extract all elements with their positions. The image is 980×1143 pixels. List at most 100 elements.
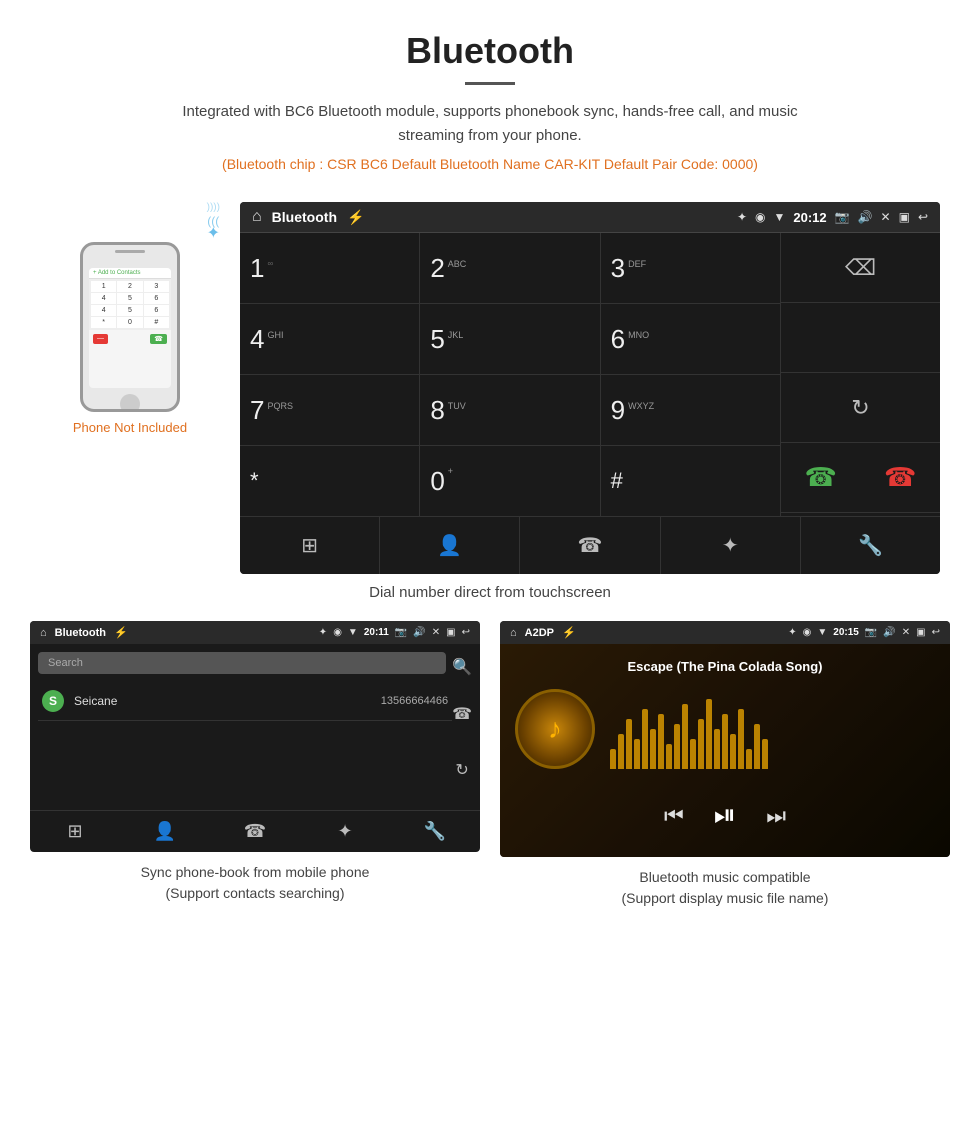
pb-title: Bluetooth bbox=[55, 627, 106, 639]
pb-contacts-btn[interactable]: 👤 bbox=[120, 821, 210, 842]
red-call-key[interactable]: ☎ bbox=[884, 462, 916, 493]
dial-key-8[interactable]: 8TUV bbox=[420, 375, 600, 445]
phone-screen: + Add to Contacts 1 2 3 4 5 6 4 5 6 * 0 bbox=[89, 268, 171, 388]
phone-key-6: 6 bbox=[144, 293, 169, 304]
phone-keypad: 1 2 3 4 5 6 4 5 6 * 0 # bbox=[89, 279, 171, 330]
pb-search-icon[interactable]: 🔍 bbox=[452, 652, 472, 682]
eq-bar-11 bbox=[690, 739, 696, 769]
eq-bar-2 bbox=[618, 734, 624, 769]
phone-key-8: 5 bbox=[117, 305, 142, 316]
eq-bar-10 bbox=[682, 704, 688, 769]
eq-bar-1 bbox=[610, 749, 616, 769]
eq-bar-8 bbox=[666, 744, 672, 769]
pb-bottom-bar: ⊞ 👤 ☎ ✦ 🔧 bbox=[30, 810, 480, 852]
volume-icon: 🔊 bbox=[858, 210, 873, 224]
car-home-icon[interactable]: ⌂ bbox=[252, 208, 262, 226]
music-header-right: ✦ ◉ ▼ 20:15 📷 🔊 ✕ ▣ ↩ bbox=[788, 627, 940, 638]
refresh-key[interactable]: ↻ bbox=[781, 373, 940, 443]
pb-call-icon[interactable]: ☎ bbox=[452, 696, 472, 732]
dial-key-9[interactable]: 9WXYZ bbox=[601, 375, 780, 445]
pb-home-icon[interactable]: ⌂ bbox=[40, 627, 47, 639]
phone-key-hash: # bbox=[144, 317, 169, 328]
music-title: A2DP bbox=[525, 627, 554, 639]
dial-key-7[interactable]: 7PQRS bbox=[240, 375, 420, 445]
dial-key-2[interactable]: 2ABC bbox=[420, 233, 600, 303]
backspace-key[interactable]: ⌫ bbox=[781, 233, 940, 303]
call-red-icon: ☎ bbox=[884, 462, 916, 492]
phone-key-1: 1 bbox=[91, 281, 116, 292]
backspace-icon: ⌫ bbox=[845, 255, 876, 281]
dial-section: )))) ((( ✦ + Add to Contacts 1 2 3 4 5 bbox=[0, 202, 980, 574]
pb-search-row: Search 🔍 bbox=[38, 652, 472, 682]
phone-screen-header: + Add to Contacts bbox=[89, 268, 171, 279]
pb-camera-icon: 📷 bbox=[395, 627, 407, 638]
car-header-right: ✦ ◉ ▼ 20:12 📷 🔊 ✕ ▣ ↩ bbox=[737, 210, 928, 225]
dial-grid-btn[interactable]: ⊞ bbox=[240, 517, 380, 574]
pb-back-icon[interactable]: ↩ bbox=[462, 627, 470, 638]
music-home-icon[interactable]: ⌂ bbox=[510, 627, 517, 639]
music-screen-icon[interactable]: ▣ bbox=[916, 627, 925, 638]
eq-bar-9 bbox=[674, 724, 680, 769]
back-icon[interactable]: ↩ bbox=[918, 210, 928, 224]
dialpad-row-3: 7PQRS 8TUV 9WXYZ bbox=[240, 375, 780, 446]
eq-bar-18 bbox=[746, 749, 752, 769]
eq-bar-4 bbox=[634, 739, 640, 769]
eq-bar-17 bbox=[738, 709, 744, 769]
pb-close-icon[interactable]: ✕ bbox=[432, 627, 440, 638]
music-body: Escape (The Pina Colada Song) ♪ bbox=[500, 644, 950, 857]
phone-speaker bbox=[115, 250, 145, 253]
dial-contacts-btn[interactable]: 👤 bbox=[380, 517, 520, 574]
screen-icon[interactable]: ▣ bbox=[899, 210, 910, 224]
dial-key-6[interactable]: 6MNO bbox=[601, 304, 780, 374]
music-play-pause-btn[interactable]: ⏯ bbox=[714, 799, 736, 832]
add-contacts-label: + Add to Contacts bbox=[93, 270, 141, 276]
bt-status-icon: ✦ bbox=[737, 210, 747, 224]
dialpad-row-2: 4GHI 5JKL 6MNO bbox=[240, 304, 780, 375]
pb-search-field[interactable]: Search bbox=[38, 652, 446, 674]
car-time: 20:12 bbox=[793, 210, 826, 225]
eq-bar-16 bbox=[730, 734, 736, 769]
title-divider bbox=[465, 82, 515, 85]
pb-bt-btn[interactable]: ✦ bbox=[300, 821, 390, 842]
pb-signal-icon: ▼ bbox=[348, 627, 358, 638]
pb-settings-btn[interactable]: 🔧 bbox=[390, 821, 480, 842]
dial-key-star[interactable]: * bbox=[240, 446, 420, 516]
dial-key-3[interactable]: 3DEF bbox=[601, 233, 780, 303]
dial-settings-btn[interactable]: 🔧 bbox=[801, 517, 940, 574]
pb-content: Search 🔍 S Seicane 13566664466 bbox=[30, 644, 480, 810]
camera-icon: 📷 bbox=[835, 210, 850, 224]
dialpad-container: 1∞ 2ABC 3DEF 4GHI 5JKL bbox=[240, 233, 940, 516]
pb-usb-icon: ⚡ bbox=[114, 626, 128, 639]
music-header-left: ⌂ A2DP ⚡ bbox=[510, 626, 576, 639]
music-song-title: Escape (The Pina Colada Song) bbox=[627, 659, 822, 674]
phone-body: + Add to Contacts 1 2 3 4 5 6 4 5 6 * 0 bbox=[80, 242, 180, 412]
pb-contact-row[interactable]: S Seicane 13566664466 bbox=[38, 682, 452, 721]
dial-key-5[interactable]: 5JKL bbox=[420, 304, 600, 374]
phone-key-0: 0 bbox=[117, 317, 142, 328]
subtitle-text: Integrated with BC6 Bluetooth module, su… bbox=[180, 100, 800, 148]
dial-key-hash[interactable]: # bbox=[601, 446, 780, 516]
music-close-icon[interactable]: ✕ bbox=[902, 627, 910, 638]
pb-header-right: ✦ ◉ ▼ 20:11 📷 🔊 ✕ ▣ ↩ bbox=[319, 627, 470, 638]
dial-key-1[interactable]: 1∞ bbox=[240, 233, 420, 303]
dial-key-0[interactable]: 0+ bbox=[420, 446, 600, 516]
pb-screen-icon[interactable]: ▣ bbox=[446, 627, 455, 638]
music-back-icon[interactable]: ↩ bbox=[932, 627, 940, 638]
close-icon[interactable]: ✕ bbox=[881, 210, 891, 224]
pb-phone-btn[interactable]: ☎ bbox=[210, 821, 300, 842]
dial-key-4[interactable]: 4GHI bbox=[240, 304, 420, 374]
music-caption: Bluetooth music compatible (Support disp… bbox=[622, 867, 829, 909]
dial-bt-btn[interactable]: ✦ bbox=[661, 517, 801, 574]
pb-search-placeholder: Search bbox=[48, 657, 83, 669]
pb-grid-btn[interactable]: ⊞ bbox=[30, 821, 120, 842]
page-title: Bluetooth bbox=[20, 30, 960, 72]
pb-contacts-list: S Seicane 13566664466 bbox=[38, 682, 452, 802]
green-call-key[interactable]: ☎ bbox=[805, 462, 837, 493]
dial-caption: Dial number direct from touchscreen bbox=[0, 584, 980, 601]
car-bottom-toolbar: ⊞ 👤 ☎ ✦ 🔧 bbox=[240, 516, 940, 574]
pb-refresh-icon[interactable]: ↻ bbox=[455, 752, 468, 788]
music-prev-btn[interactable]: ⏮ bbox=[664, 803, 684, 829]
dial-phone-btn[interactable]: ☎ bbox=[520, 517, 660, 574]
phone-key-3: 3 bbox=[144, 281, 169, 292]
music-next-btn[interactable]: ⏭ bbox=[766, 803, 786, 829]
